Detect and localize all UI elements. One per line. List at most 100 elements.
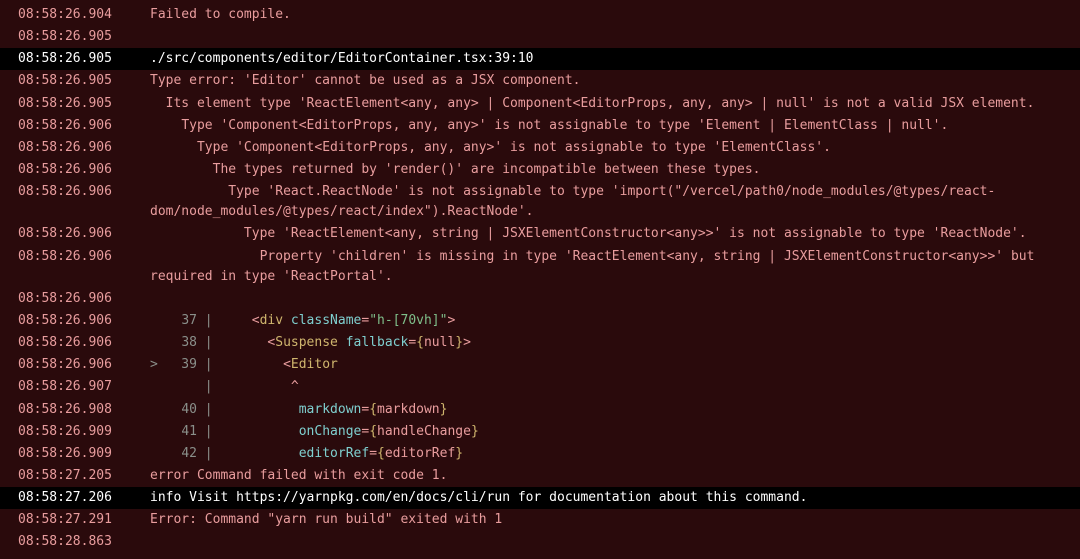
timestamp: 08:58:26.905 (0, 71, 140, 91)
log-row[interactable]: 08:58:26.906 (0, 288, 1080, 310)
code-segment: = (361, 424, 369, 439)
timestamp: 08:58:26.909 (0, 422, 140, 442)
code-segment: > (463, 335, 471, 350)
code-segment: < (283, 357, 291, 372)
log-message: The types returned by 'render()' are inc… (140, 160, 1080, 180)
log-row[interactable]: 08:58:26.907 | ^ (0, 376, 1080, 398)
code-gutter: 41 | (150, 424, 220, 439)
code-segment: Editor (291, 357, 338, 372)
log-message: Error: Command "yarn run build" exited w… (140, 510, 1080, 530)
code-segment (220, 446, 298, 461)
code-segment (220, 402, 298, 417)
log-message: Type 'React.ReactNode' is not assignable… (140, 182, 1080, 222)
code-segment: onChange (299, 424, 362, 439)
code-gutter: | (150, 379, 220, 394)
code-frame-line: 41 | onChange={handleChange} (140, 422, 1080, 442)
log-row[interactable]: 08:58:26.908 40 | markdown={markdown} (0, 399, 1080, 421)
log-message: Type error: 'Editor' cannot be used as a… (140, 71, 1080, 91)
code-segment: handleChange (377, 424, 471, 439)
code-segment: > (447, 313, 455, 328)
timestamp: 08:58:27.205 (0, 466, 140, 486)
code-segment: div (260, 313, 283, 328)
code-segment: = (369, 446, 377, 461)
code-frame-line: 38 | <Suspense fallback={null}> (140, 333, 1080, 353)
code-segment: markdown (377, 402, 440, 417)
code-gutter: 37 | (150, 313, 220, 328)
code-segment: { (369, 402, 377, 417)
code-segment: = (361, 402, 369, 417)
log-row[interactable]: 08:58:26.905 (0, 26, 1080, 48)
code-segment: editorRef (385, 446, 455, 461)
log-row[interactable]: 08:58:26.906 Type 'Component<EditorProps… (0, 137, 1080, 159)
code-gutter: 38 | (150, 335, 220, 350)
log-row[interactable]: 08:58:26.905Type error: 'Editor' cannot … (0, 70, 1080, 92)
error-caret: ^ (291, 379, 299, 394)
timestamp: 08:58:26.904 (0, 5, 140, 25)
code-segment: editorRef (299, 446, 369, 461)
timestamp: 08:58:26.906 (0, 311, 140, 331)
code-segment: } (471, 424, 479, 439)
log-row[interactable]: 08:58:26.906> 39 | <Editor (0, 354, 1080, 376)
code-segment: { (369, 424, 377, 439)
timestamp: 08:58:28.863 (0, 532, 140, 552)
code-segment (220, 335, 267, 350)
log-row[interactable]: 08:58:26.906 Property 'children' is miss… (0, 246, 1080, 288)
log-row[interactable]: 08:58:26.909 42 | editorRef={editorRef} (0, 443, 1080, 465)
log-row[interactable]: 08:58:26.906 Type 'React.ReactNode' is n… (0, 181, 1080, 223)
code-gutter: 42 | (150, 446, 220, 461)
log-row[interactable]: 08:58:26.905./src/components/editor/Edit… (0, 48, 1080, 70)
code-segment (220, 357, 283, 372)
code-segment: } (440, 402, 448, 417)
timestamp: 08:58:26.906 (0, 355, 140, 375)
log-row[interactable]: 08:58:26.906 38 | <Suspense fallback={nu… (0, 332, 1080, 354)
log-row[interactable]: 08:58:26.906 The types returned by 'rend… (0, 159, 1080, 181)
timestamp: 08:58:26.908 (0, 400, 140, 420)
code-segment: } (455, 446, 463, 461)
log-message: info Visit https://yarnpkg.com/en/docs/c… (140, 488, 1080, 508)
log-row[interactable]: 08:58:26.904Failed to compile. (0, 4, 1080, 26)
code-gutter: 40 | (150, 402, 220, 417)
code-segment (220, 424, 298, 439)
log-message: Type 'ReactElement<any, string | JSXElem… (140, 224, 1080, 244)
log-row[interactable]: 08:58:26.906 Type 'Component<EditorProps… (0, 115, 1080, 137)
code-segment (338, 335, 346, 350)
timestamp: 08:58:26.909 (0, 444, 140, 464)
timestamp: 08:58:26.905 (0, 27, 140, 47)
code-frame-line: 40 | markdown={markdown} (140, 400, 1080, 420)
code-segment: "h-[70vh]" (369, 313, 447, 328)
code-segment: markdown (299, 402, 362, 417)
code-segment: fallback (346, 335, 409, 350)
log-row[interactable]: 08:58:27.206info Visit https://yarnpkg.c… (0, 487, 1080, 509)
log-message: error Command failed with exit code 1. (140, 466, 1080, 486)
log-row[interactable]: 08:58:28.863 (0, 531, 1080, 553)
code-segment (283, 313, 291, 328)
code-segment: { (416, 335, 424, 350)
log-message: Failed to compile. (140, 5, 1080, 25)
code-frame-line: 42 | editorRef={editorRef} (140, 444, 1080, 464)
code-segment: = (408, 335, 416, 350)
timestamp: 08:58:26.906 (0, 116, 140, 136)
timestamp: 08:58:27.291 (0, 510, 140, 530)
timestamp: 08:58:26.906 (0, 182, 140, 202)
code-segment (220, 313, 251, 328)
code-segment: Suspense (275, 335, 338, 350)
timestamp: 08:58:26.906 (0, 138, 140, 158)
code-segment: { (377, 446, 385, 461)
log-row[interactable]: 08:58:27.205error Command failed with ex… (0, 465, 1080, 487)
code-segment: null (424, 335, 455, 350)
timestamp: 08:58:26.905 (0, 49, 140, 69)
code-frame-line: 37 | <div className="h-[70vh]"> (140, 311, 1080, 331)
log-row[interactable]: 08:58:27.291Error: Command "yarn run bui… (0, 509, 1080, 531)
log-row[interactable]: 08:58:26.905 Its element type 'ReactElem… (0, 93, 1080, 115)
log-row[interactable]: 08:58:26.906 Type 'ReactElement<any, str… (0, 223, 1080, 245)
log-row[interactable]: 08:58:26.909 41 | onChange={handleChange… (0, 421, 1080, 443)
log-message: Type 'Component<EditorProps, any, any>' … (140, 138, 1080, 158)
code-segment: className (291, 313, 361, 328)
code-frame-line: > 39 | <Editor (140, 355, 1080, 375)
timestamp: 08:58:26.906 (0, 333, 140, 353)
log-row[interactable]: 08:58:26.906 37 | <div className="h-[70v… (0, 310, 1080, 332)
code-segment: } (455, 335, 463, 350)
code-gutter: > 39 | (150, 357, 220, 372)
timestamp: 08:58:26.906 (0, 160, 140, 180)
timestamp: 08:58:26.907 (0, 377, 140, 397)
